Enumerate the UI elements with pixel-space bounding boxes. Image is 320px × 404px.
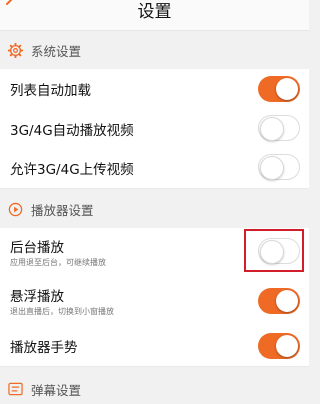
setting-row-list-autoload[interactable]: 列表自动加载 (0, 69, 309, 110)
setting-label: 列表自动加载 (10, 83, 91, 99)
top-navigation-bar: 设置 (0, 0, 309, 31)
3g4g-autoplay-toggle[interactable] (258, 115, 300, 141)
toggle-knob (276, 78, 298, 100)
section-header-system-settings: 系统设置 (0, 31, 309, 69)
setting-label: 悬浮播放 (10, 289, 64, 305)
3g4g-upload-toggle[interactable] (258, 154, 300, 180)
setting-sublabel: 应用退至后台，可继续播放 (10, 258, 106, 267)
setting-label: 后台播放 (10, 240, 64, 256)
toggle-knob (260, 116, 284, 141)
setting-row-player-gestures[interactable]: 播放器手势 (0, 324, 309, 367)
section-header-danmaku-settings: 弹幕设置 (0, 374, 309, 404)
setting-label: 允许3G/4G上传视频 (10, 162, 134, 178)
setting-row-3g4g-autoplay[interactable]: 3G/4G自动播放视频 (0, 109, 309, 149)
highlight-annotation-box (244, 229, 304, 272)
play-circle-icon (7, 201, 23, 217)
setting-label: 3G/4G自动播放视频 (10, 123, 134, 139)
danmaku-list-icon (7, 381, 23, 397)
setting-row-floating-play[interactable]: 悬浮播放 退出直播后，切换到小窗播放 (0, 274, 309, 325)
setting-sublabel: 退出直播后，切换到小窗播放 (10, 307, 114, 316)
player-gestures-toggle[interactable] (258, 333, 300, 359)
setting-label: 播放器手势 (10, 340, 78, 356)
section-title: 弹幕设置 (31, 382, 82, 398)
section-title: 播放器设置 (31, 202, 94, 218)
floating-play-toggle[interactable] (258, 288, 300, 314)
setting-row-3g4g-upload[interactable]: 允许3G/4G上传视频 (0, 148, 309, 189)
section-title: 系统设置 (31, 43, 82, 59)
list-autoload-toggle[interactable] (258, 76, 300, 102)
toggle-knob (260, 155, 284, 180)
toggle-knob (276, 290, 298, 312)
page-title: 设置 (137, 2, 172, 22)
section-header-player-settings: 播放器设置 (0, 190, 309, 228)
toggle-knob (276, 335, 298, 357)
gear-icon (7, 42, 23, 58)
